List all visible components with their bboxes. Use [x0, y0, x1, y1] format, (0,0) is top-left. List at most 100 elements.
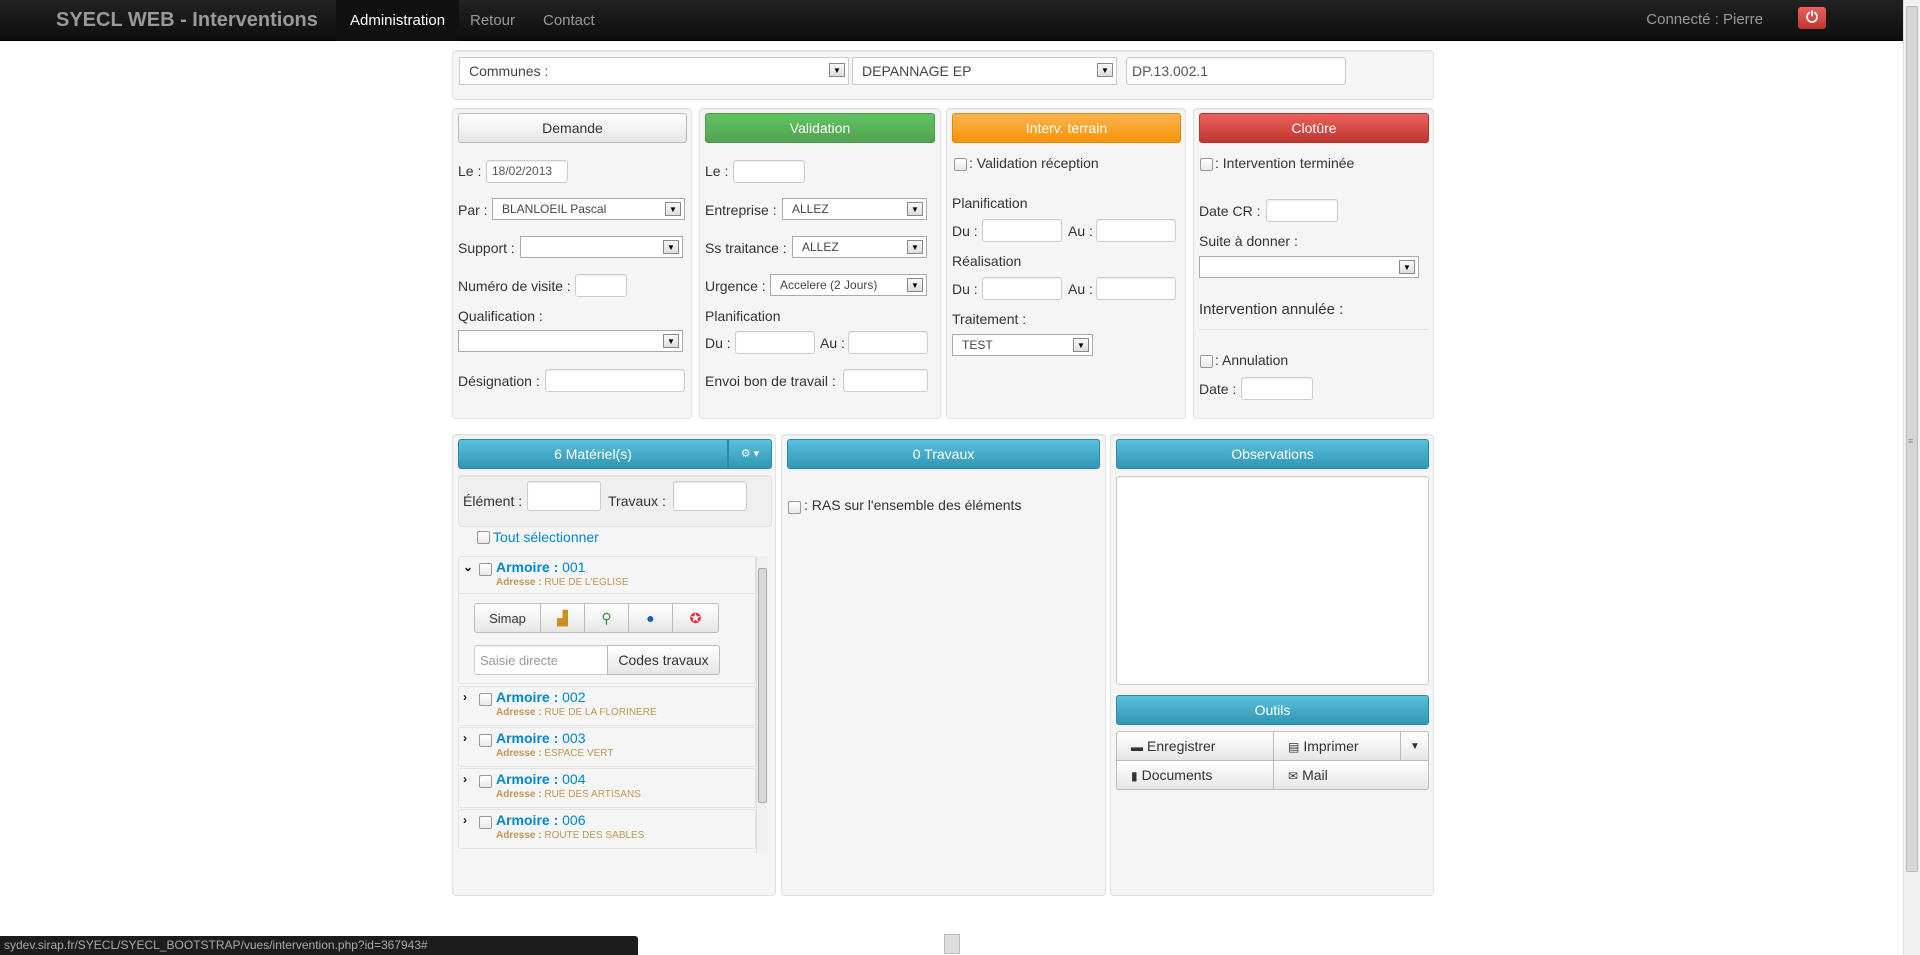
- caret-down-icon: ▼: [663, 240, 679, 254]
- materiel-header-button[interactable]: 6 Matériel(s): [458, 439, 728, 469]
- search-map-button[interactable]: ⚲: [584, 603, 629, 633]
- sstraitance-label: Ss traitance :: [705, 240, 787, 256]
- terrain-header-button[interactable]: Interv. terrain: [952, 113, 1181, 143]
- envoi-bon-field[interactable]: [843, 369, 928, 392]
- observations-header-button[interactable]: Observations: [1116, 439, 1429, 469]
- enregistrer-button[interactable]: ▬ Enregistrer: [1116, 731, 1274, 761]
- wrench-icon: ✪: [689, 610, 702, 626]
- intervention-code-field[interactable]: DP.13.002.1: [1126, 57, 1346, 85]
- communes-select[interactable]: Communes : ▼: [459, 57, 849, 85]
- observations-panel: Observations Outils ▬ Enregistrer ▤ Imprim…: [1110, 434, 1434, 896]
- armoire-002-title[interactable]: Armoire : 002: [496, 689, 585, 705]
- cloture-header-button[interactable]: Clotûre: [1199, 113, 1429, 143]
- tout-selectionner-link[interactable]: Tout sélectionner: [493, 529, 599, 545]
- numero-visite-field[interactable]: [575, 274, 627, 297]
- validation-header-button[interactable]: Validation: [705, 113, 935, 143]
- tout-selectionner-checkbox[interactable]: [477, 531, 490, 544]
- demande-date-field[interactable]: 18/02/2013: [486, 160, 568, 183]
- urgence-select[interactable]: Accelere (2 Jours) ▼: [770, 274, 927, 296]
- chevron-down-icon[interactable]: ⌄: [463, 560, 473, 574]
- materiel-list-scrollbar[interactable]: [756, 556, 768, 854]
- nav-administration[interactable]: Administration: [336, 0, 460, 41]
- terrain-plan-au-field[interactable]: [1096, 219, 1176, 242]
- logout-button[interactable]: ⏻: [1798, 7, 1826, 29]
- armoire-006-checkbox[interactable]: [479, 816, 492, 829]
- armoire-prefix: Armoire :: [496, 771, 559, 787]
- imprimer-dropdown-button[interactable]: ▼: [1400, 731, 1429, 761]
- ras-label: : RAS sur l'ensemble des éléments: [804, 497, 1022, 513]
- documents-button[interactable]: ▮ Documents: [1116, 760, 1274, 790]
- element-label: Élément :: [463, 493, 523, 509]
- date-cr-field[interactable]: [1266, 199, 1338, 222]
- page-scrollbar[interactable]: ≡: [1903, 0, 1920, 955]
- realisation-label: Réalisation: [952, 253, 1022, 269]
- filter-bar: Communes : ▼ DEPANNAGE EP ▼ DP.13.002.1: [452, 50, 1434, 100]
- validation-date-field[interactable]: [733, 160, 805, 183]
- intervention-terminee-checkbox[interactable]: [1200, 158, 1213, 171]
- armoire-002-checkbox[interactable]: [479, 693, 492, 706]
- mail-button[interactable]: ✉ Mail: [1273, 760, 1429, 790]
- annulation-checkbox[interactable]: [1200, 355, 1213, 368]
- addr-prefix: Adresse :: [496, 707, 542, 718]
- nav-contact[interactable]: Contact: [529, 0, 609, 41]
- map-button[interactable]: ▟: [540, 603, 585, 633]
- mail-label: Mail: [1302, 767, 1328, 783]
- demande-par-select[interactable]: BLANLOEIL Pascal ▼: [492, 198, 685, 220]
- armoire-006-address: Adresse : ROUTE DES SABLES: [496, 830, 644, 841]
- validation-reception-checkbox[interactable]: [954, 158, 967, 171]
- validation-au-label: Au :: [820, 335, 845, 351]
- traitement-value: TEST: [962, 338, 993, 352]
- validation-au-field[interactable]: [848, 331, 928, 354]
- ras-checkbox[interactable]: [788, 501, 801, 514]
- demande-header-button[interactable]: Demande: [458, 113, 687, 143]
- travaux-header-button[interactable]: 0 Travaux: [787, 439, 1100, 469]
- element-field[interactable]: [527, 481, 601, 511]
- armoire-003-checkbox[interactable]: [479, 734, 492, 747]
- traitement-select[interactable]: TEST ▼: [952, 334, 1093, 356]
- suite-donner-select[interactable]: ▼: [1199, 256, 1419, 278]
- sstraitance-select[interactable]: ALLEZ ▼: [792, 236, 927, 258]
- qualification-select[interactable]: ▼: [458, 330, 683, 352]
- validation-le-label: Le :: [705, 163, 729, 179]
- suite-donner-label: Suite à donner :: [1199, 233, 1298, 249]
- chevron-right-icon[interactable]: ›: [463, 690, 467, 704]
- app-brand[interactable]: SYECL WEB - Interventions: [56, 9, 318, 32]
- simap-button[interactable]: Simap: [474, 603, 541, 633]
- globe-button[interactable]: ●: [628, 603, 673, 633]
- imprimer-button[interactable]: ▤ Imprimer: [1273, 731, 1401, 761]
- tools-button[interactable]: ✪: [672, 603, 719, 633]
- designation-field[interactable]: [545, 369, 685, 392]
- observations-textarea[interactable]: [1116, 476, 1429, 685]
- terrain-real-au-field[interactable]: [1096, 277, 1176, 300]
- terrain-real-du-field[interactable]: [982, 277, 1062, 300]
- armoire-004-title[interactable]: Armoire : 004: [496, 771, 585, 787]
- demande-support-label: Support :: [458, 240, 515, 256]
- chevron-right-icon[interactable]: ›: [463, 813, 467, 827]
- intervention-type-select[interactable]: DEPANNAGE EP ▼: [852, 57, 1117, 85]
- urgence-value: Accelere (2 Jours): [780, 278, 878, 292]
- travaux-filter-label: Travaux :: [608, 493, 666, 509]
- terrain-plan-du-field[interactable]: [982, 219, 1062, 242]
- demande-par-value: BLANLOEIL Pascal: [502, 202, 607, 216]
- annulation-label: : Annulation: [1215, 352, 1289, 368]
- gear-icon: ⚙ ▾: [740, 448, 760, 460]
- armoire-001-checkbox[interactable]: [479, 563, 492, 576]
- travaux-filter-field[interactable]: [673, 481, 747, 511]
- chevron-right-icon[interactable]: ›: [463, 731, 467, 745]
- entreprise-select[interactable]: ALLEZ ▼: [782, 198, 927, 220]
- urgence-label: Urgence :: [705, 278, 766, 294]
- annulation-date-field[interactable]: [1241, 377, 1313, 400]
- demande-support-select[interactable]: ▼: [520, 236, 683, 258]
- armoire-004-checkbox[interactable]: [479, 775, 492, 788]
- chevron-right-icon[interactable]: ›: [463, 772, 467, 786]
- validation-du-field[interactable]: [735, 331, 815, 354]
- materiel-options-button[interactable]: ⚙ ▾: [728, 439, 772, 469]
- armoire-006-title[interactable]: Armoire : 006: [496, 812, 585, 828]
- saisie-directe-field[interactable]: Saisie directe: [474, 645, 608, 675]
- materiel-list-scroll-thumb[interactable]: [758, 568, 767, 803]
- armoire-003-title[interactable]: Armoire : 003: [496, 730, 585, 746]
- armoire-001-title[interactable]: Armoire : 001: [496, 559, 585, 575]
- codes-travaux-button[interactable]: Codes travaux: [607, 645, 720, 675]
- outils-header-button[interactable]: Outils: [1116, 695, 1429, 725]
- nav-retour[interactable]: Retour: [456, 0, 529, 41]
